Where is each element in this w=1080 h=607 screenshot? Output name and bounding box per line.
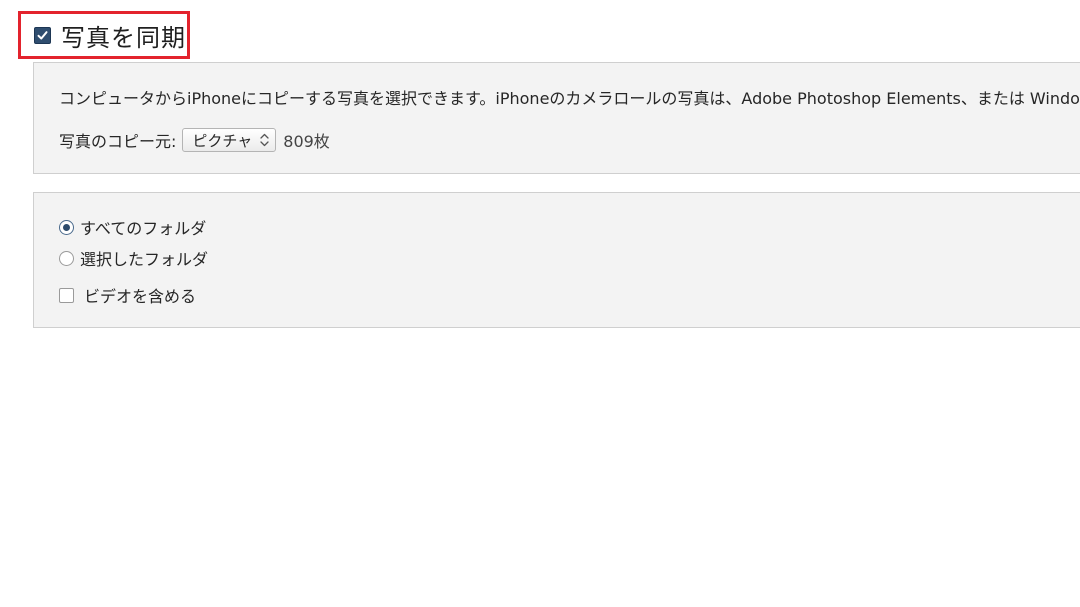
photo-source-select[interactable]: ピクチャ — [182, 128, 277, 152]
photo-source-select-value: ピクチャ — [192, 131, 253, 150]
updown-arrows-icon — [260, 133, 269, 147]
sync-photos-header: 写真を同期 — [18, 11, 190, 59]
all-folders-label: すべてのフォルダ — [80, 219, 207, 238]
include-videos-checkbox[interactable] — [59, 287, 74, 303]
sync-photos-page: 写真を同期 コンピュータからiPhoneにコピーする写真を選択できます。iPho… — [0, 0, 1080, 607]
include-videos-option[interactable]: ビデオを含める — [59, 283, 196, 307]
selected-folders-radio[interactable] — [59, 250, 74, 266]
photo-count: 809枚 — [283, 132, 330, 151]
photo-source-panel: コンピュータからiPhoneにコピーする写真を選択できます。iPhoneのカメラ… — [33, 62, 1080, 174]
photo-source-label: 写真のコピー元: — [59, 132, 177, 151]
folder-options-panel: すべてのフォルダ 選択したフォルダ ビデオを含める — [33, 192, 1080, 328]
sync-photos-checkbox[interactable] — [34, 26, 51, 44]
all-folders-radio[interactable] — [59, 219, 74, 235]
selected-folders-option[interactable]: 選択したフォルダ — [59, 246, 208, 270]
radio-selected-dot — [63, 223, 70, 231]
photo-source-row: 写真のコピー元: ピクチャ 809枚 — [59, 127, 330, 153]
all-folders-option[interactable]: すべてのフォルダ — [59, 215, 206, 239]
checkmark-icon — [37, 30, 48, 39]
selected-folders-label: 選択したフォルダ — [80, 250, 209, 269]
sync-description-text: コンピュータからiPhoneにコピーする写真を選択できます。iPhoneのカメラ… — [59, 89, 1080, 108]
include-videos-label: ビデオを含める — [84, 287, 197, 306]
sync-photos-title: 写真を同期 — [61, 23, 186, 52]
